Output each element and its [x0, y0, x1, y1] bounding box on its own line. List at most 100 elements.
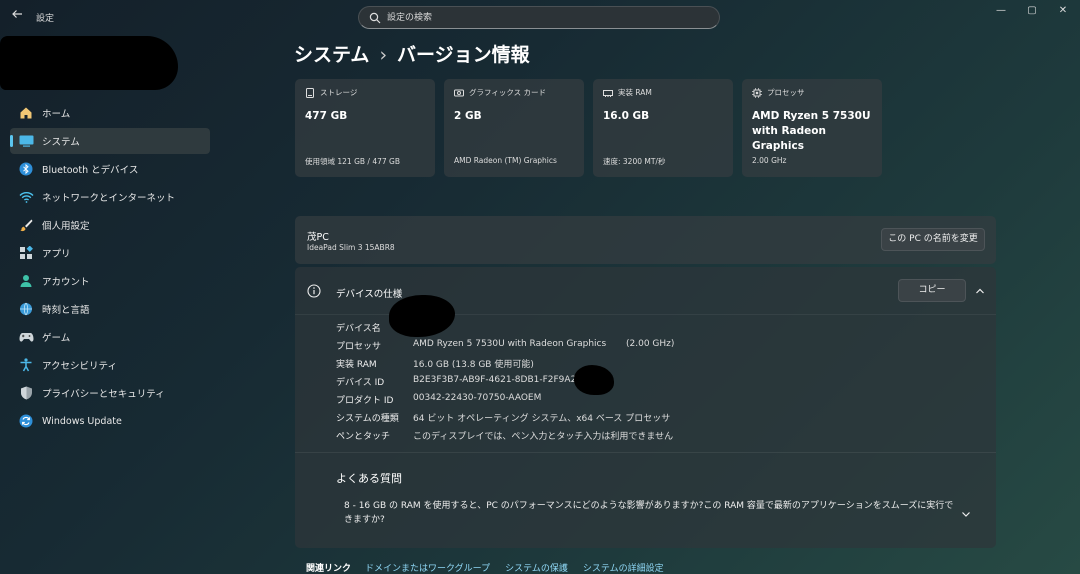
sidebar-item-label: Bluetooth とデバイス [42, 165, 139, 176]
storage-icon [306, 87, 314, 98]
spec-label: 実装 RAM [336, 360, 377, 370]
copy-button[interactable]: コピー [898, 279, 966, 302]
sidebar-item-home[interactable]: ホーム [10, 100, 210, 126]
spec-processor-speed: (2.00 GHz) [626, 339, 675, 349]
chevron-up-icon[interactable] [973, 284, 987, 298]
spec-label: プロセッサ [336, 342, 382, 352]
card-title: ストレージ [320, 88, 358, 97]
back-button[interactable] [8, 8, 26, 26]
ram-card[interactable]: 実装 RAM 16.0 GB 速度: 3200 MT/秒 [593, 79, 733, 177]
rename-pc-button[interactable]: この PC の名前を変更 [881, 228, 985, 251]
sidebar-item-label: プライバシーとセキュリティ [42, 389, 165, 400]
sidebar-item-label: ホーム [42, 109, 71, 120]
title-bar: 設定 — ▢ ✕ [0, 0, 1080, 34]
account-icon [18, 273, 34, 289]
spec-value: 00342-22430-70750-AAOEM [413, 393, 542, 403]
sidebar-item-label: アプリ [42, 249, 71, 260]
cpu-icon [752, 87, 762, 98]
link-advanced-system-settings[interactable]: システムの詳細設定 [583, 561, 664, 574]
home-icon [18, 105, 34, 121]
sidebar: ホーム システム Bluetooth とデバイス ネットワークとインターネット … [10, 100, 210, 436]
spec-label: システムの種類 [336, 414, 399, 424]
profile-redaction [0, 36, 178, 90]
system-icon [18, 133, 34, 149]
device-spec-title: デバイスの仕様 [336, 289, 403, 300]
wifi-icon [18, 189, 34, 205]
sidebar-item-bluetooth[interactable]: Bluetooth とデバイス [10, 156, 210, 182]
sidebar-item-accounts[interactable]: アカウント [10, 268, 210, 294]
card-subtext: AMD Radeon (TM) Graphics [454, 156, 557, 165]
spec-label: デバイス ID [336, 378, 385, 388]
link-system-protection[interactable]: システムの保護 [505, 561, 568, 574]
card-title: 実装 RAM [618, 88, 652, 97]
info-icon [307, 284, 321, 298]
sidebar-item-apps[interactable]: アプリ [10, 240, 210, 266]
sidebar-item-windows-update[interactable]: Windows Update [10, 408, 210, 434]
card-value: 2 GB [454, 110, 482, 122]
spec-value: 64 ビット オペレーティング システム、x64 ベース プロセッサ [413, 414, 671, 424]
card-value: AMD Ryzen 5 7530U with Radeon Graphics [752, 110, 871, 152]
spec-value: このディスプレイでは、ペン入力とタッチ入力は利用できません [413, 432, 674, 442]
sidebar-item-network[interactable]: ネットワークとインターネット [10, 184, 210, 210]
apps-icon [18, 245, 34, 261]
chevron-down-icon[interactable] [959, 507, 973, 521]
brush-icon [18, 217, 34, 233]
sidebar-item-privacy[interactable]: プライバシーとセキュリティ [10, 380, 210, 406]
search-input[interactable] [387, 10, 707, 26]
bluetooth-icon [18, 161, 34, 177]
sidebar-item-label: ゲーム [42, 333, 71, 344]
processor-card[interactable]: プロセッサ AMD Ryzen 5 7530U with Radeon Grap… [742, 79, 882, 177]
pc-model: IdeaPad Slim 3 15ABR8 [307, 243, 395, 252]
sidebar-item-label: システム [42, 137, 80, 148]
spec-label: デバイス名 [336, 324, 381, 334]
close-button[interactable]: ✕ [1053, 4, 1073, 18]
card-subtext: 2.00 GHz [752, 156, 787, 165]
sidebar-item-personalization[interactable]: 個人用設定 [10, 212, 210, 238]
sidebar-item-gaming[interactable]: ゲーム [10, 324, 210, 350]
related-links-title: 関連リンク [306, 564, 352, 574]
sidebar-item-accessibility[interactable]: アクセシビリティ [10, 352, 210, 378]
app-title: 設定 [36, 14, 55, 24]
breadcrumb-separator: › [379, 44, 388, 66]
minimize-button[interactable]: — [991, 4, 1011, 18]
spec-value: 16.0 GB (13.8 GB 使用可能) [413, 360, 534, 370]
sidebar-item-system[interactable]: システム [10, 128, 210, 154]
card-title: プロセッサ [767, 88, 805, 97]
storage-card[interactable]: ストレージ 477 GB 使用領域 121 GB / 477 GB [295, 79, 435, 177]
card-subtext: 速度: 3200 MT/秒 [603, 157, 666, 166]
pc-name: 茂PC [307, 232, 329, 243]
faq-question[interactable]: 8 - 16 GB の RAM を使用すると、PC のパフォーマンスにどのような… [344, 499, 954, 527]
link-domain-workgroup[interactable]: ドメインまたはワークグループ [365, 561, 490, 574]
search-icon [369, 12, 381, 24]
maximize-button[interactable]: ▢ [1022, 4, 1042, 18]
divider [295, 452, 996, 453]
shield-icon [18, 385, 34, 401]
redaction-device-id [574, 365, 614, 395]
faq-title: よくある質問 [336, 472, 402, 485]
breadcrumb-current: バージョン情報 [397, 44, 530, 66]
sidebar-item-label: 個人用設定 [42, 221, 90, 232]
breadcrumb-parent[interactable]: システム [294, 44, 369, 66]
spec-value: B2E3F3B7-AB9F-4621-8DB1-F2F9A28 [413, 375, 583, 385]
card-value: 16.0 GB [603, 110, 650, 122]
sidebar-item-label: アクセシビリティ [42, 361, 117, 372]
sidebar-item-label: 時刻と言語 [42, 305, 90, 316]
sidebar-item-label: Windows Update [42, 415, 122, 427]
card-value: 477 GB [305, 110, 348, 122]
gamepad-icon [18, 329, 34, 345]
spec-value: AMD Ryzen 5 7530U with Radeon Graphics [413, 339, 607, 349]
sidebar-item-label: アカウント [42, 277, 90, 288]
search-box[interactable] [358, 6, 720, 29]
graphics-card[interactable]: グラフィックス カード 2 GB AMD Radeon (TM) Graphic… [444, 79, 584, 177]
accessibility-icon [18, 357, 34, 373]
sidebar-item-time-language[interactable]: 時刻と言語 [10, 296, 210, 322]
ram-icon [603, 89, 613, 97]
sidebar-item-label: ネットワークとインターネット [42, 193, 176, 204]
spec-label: ペンとタッチ [336, 432, 391, 442]
pc-name-panel: 茂PC IdeaPad Slim 3 15ABR8 この PC の名前を変更 [295, 216, 996, 264]
device-spec-panel: デバイスの仕様 コピー デバイス名 プロセッサ AMD Ryzen 5 7530… [295, 267, 996, 548]
breadcrumb: システム › バージョン情報 [294, 40, 530, 67]
update-icon [18, 413, 34, 429]
back-arrow-icon [12, 10, 22, 18]
card-title: グラフィックス カード [469, 88, 547, 97]
